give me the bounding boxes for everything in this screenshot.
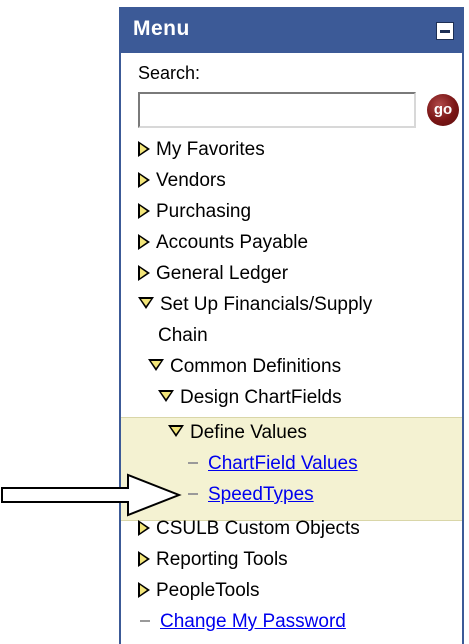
- menu-item-setup-financials[interactable]: Set Up Financials/Supply: [138, 293, 372, 317]
- menu-item-design-chartfields[interactable]: Design ChartFields: [158, 386, 342, 410]
- menu-panel: Menu Search: go My Favorites Vendors Pur…: [119, 7, 464, 644]
- triangle-right-icon: [138, 581, 150, 598]
- menu-item-define-values[interactable]: Define Values: [168, 421, 307, 445]
- menu-item-peopletools[interactable]: PeopleTools: [138, 579, 260, 603]
- collapse-icon[interactable]: [436, 22, 454, 40]
- menu-item-speedtypes[interactable]: SpeedTypes: [188, 483, 314, 507]
- search-label: Search:: [138, 63, 201, 83]
- triangle-down-icon: [138, 296, 154, 309]
- menu-item-label: PeopleTools: [156, 580, 260, 601]
- menu-item-label: Purchasing: [156, 201, 252, 222]
- menu-item-accounts-payable[interactable]: Accounts Payable: [138, 231, 308, 255]
- triangle-down-icon: [148, 358, 164, 371]
- menu-item-label: Set Up Financials/Supply: [160, 294, 373, 315]
- triangle-right-icon: [138, 264, 150, 281]
- menu-item-purchasing[interactable]: Purchasing: [138, 200, 251, 224]
- dash-icon: [188, 461, 198, 464]
- menu-item-label: Common Definitions: [170, 356, 342, 377]
- menu-item-label: Chain: [158, 325, 208, 346]
- dash-icon: [188, 492, 198, 495]
- menu-item-chartfield-values[interactable]: ChartField Values: [188, 452, 358, 476]
- triangle-right-icon: [138, 233, 150, 250]
- menu-item-label: Reporting Tools: [156, 549, 288, 570]
- go-button[interactable]: go: [427, 94, 459, 126]
- triangle-right-icon: [138, 171, 150, 188]
- menu-item-vendors[interactable]: Vendors: [138, 169, 226, 193]
- menu-header: Menu: [121, 7, 462, 53]
- menu-item-my-favorites[interactable]: My Favorites: [138, 138, 265, 162]
- menu-item-label: Accounts Payable: [156, 232, 309, 253]
- menu-item-reporting-tools[interactable]: Reporting Tools: [138, 548, 288, 572]
- triangle-right-icon: [138, 140, 150, 157]
- speedtypes-link[interactable]: SpeedTypes: [208, 484, 314, 505]
- triangle-down-icon: [168, 424, 184, 437]
- chartfield-values-link[interactable]: ChartField Values: [208, 453, 358, 474]
- menu-item-label: Vendors: [156, 170, 226, 191]
- menu-item-label: Design ChartFields: [180, 387, 342, 408]
- outline-arrow-icon: [1, 473, 182, 517]
- menu-item-common-definitions[interactable]: Common Definitions: [148, 355, 341, 379]
- menu-item-label: CSULB Custom Objects: [156, 518, 360, 539]
- dash-icon: [140, 619, 150, 622]
- menu-item-general-ledger[interactable]: General Ledger: [138, 262, 288, 286]
- triangle-right-icon: [138, 202, 150, 219]
- triangle-right-icon: [138, 519, 150, 536]
- change-password-link[interactable]: Change My Password: [160, 611, 346, 632]
- menu-item-label: Define Values: [190, 422, 307, 443]
- triangle-right-icon: [138, 550, 150, 567]
- menu-item-setup-financials-continued[interactable]: Chain: [158, 324, 208, 348]
- search-input[interactable]: [138, 92, 416, 128]
- menu-item-change-password[interactable]: Change My Password: [140, 610, 346, 634]
- menu-title: Menu: [133, 17, 190, 40]
- menu-item-csulb-custom-objects[interactable]: CSULB Custom Objects: [138, 517, 360, 541]
- menu-item-label: My Favorites: [156, 139, 265, 160]
- menu-item-label: General Ledger: [156, 263, 289, 284]
- triangle-down-icon: [158, 389, 174, 402]
